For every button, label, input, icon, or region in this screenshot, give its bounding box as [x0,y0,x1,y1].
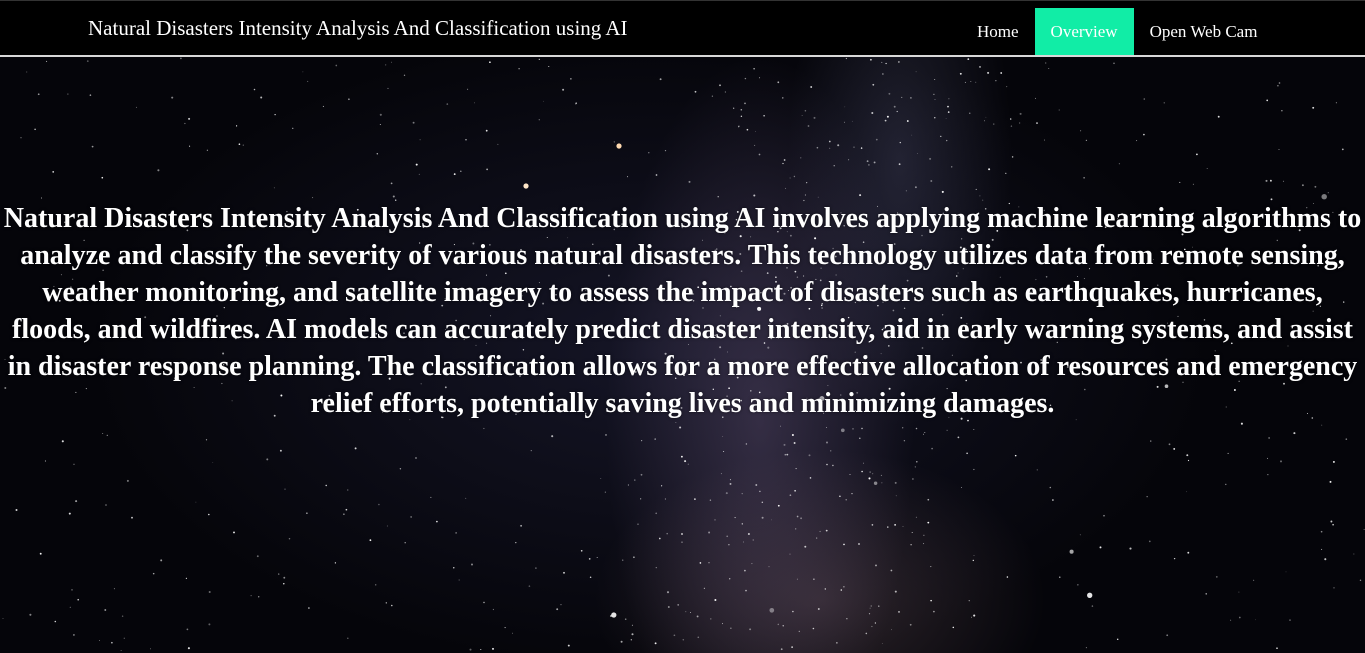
overview-description: Natural Disasters Intensity Analysis And… [3,203,1362,419]
page: Natural Disasters Intensity Analysis And… [0,0,1365,653]
top-navbar: Natural Disasters Intensity Analysis And… [0,0,1365,57]
nav-links: Home Overview Open Web Cam [961,8,1273,55]
nav-link-home[interactable]: Home [961,8,1035,55]
nav-link-open-web-cam[interactable]: Open Web Cam [1134,8,1274,55]
nav-link-overview[interactable]: Overview [1034,8,1134,55]
site-title: Natural Disasters Intensity Analysis And… [88,16,628,40]
